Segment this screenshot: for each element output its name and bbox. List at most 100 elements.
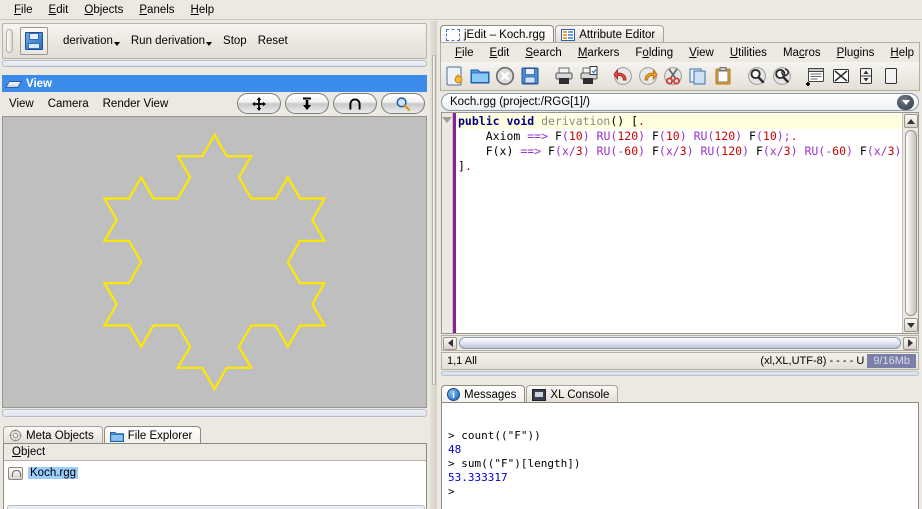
splitter-grip[interactable] — [432, 55, 436, 385]
tab-file-explorer[interactable]: File Explorer — [104, 426, 202, 444]
print-icon[interactable] — [552, 64, 576, 88]
reset-button[interactable]: Reset — [255, 33, 291, 49]
navigate-move-tool-button[interactable] — [237, 93, 281, 114]
menu-file[interactable]: File — [6, 2, 41, 18]
tab-messages[interactable]: i Messages — [441, 385, 525, 403]
caret-position: 1,1 All — [444, 355, 477, 367]
view-menu-render-view[interactable]: Render View — [96, 96, 176, 112]
undo-icon[interactable] — [611, 64, 635, 88]
view-panel-titlebar: View — [2, 75, 427, 92]
new-file-icon[interactable] — [443, 64, 467, 88]
jedit-menu-edit[interactable]: Edit — [482, 45, 518, 61]
move-cross-arrows-icon — [251, 96, 267, 112]
fold-gutter[interactable] — [442, 113, 453, 333]
menu-edit[interactable]: Edit — [41, 2, 77, 18]
list-item[interactable]: Koch.rgg — [8, 465, 426, 481]
editor-vertical-scrollbar[interactable] — [902, 113, 918, 333]
code-editor[interactable]: public void derivation() [. Axiom ==> F(… — [441, 112, 919, 334]
tab-meta-objects-label: Meta Objects — [26, 430, 94, 442]
object-list: Koch.rgg — [4, 461, 426, 481]
right-panel-tabbar: jEdit – Koch.rgg Attribute Editor — [440, 23, 920, 43]
toolbar-scrollbar[interactable] — [2, 60, 427, 67]
save-button[interactable] — [20, 27, 48, 55]
menu-objects[interactable]: Objects — [76, 2, 131, 18]
open-file-icon[interactable] — [468, 64, 492, 88]
jedit-menu-folding[interactable]: Folding — [627, 45, 681, 61]
code-line: ]. — [456, 159, 902, 174]
editor-horizontal-scrollbar[interactable] — [441, 335, 919, 351]
split-horizontal-icon[interactable] — [854, 64, 878, 88]
chevron-down-icon[interactable] — [897, 95, 914, 110]
menu-panels[interactable]: Panels — [131, 2, 182, 18]
jedit-menu-search[interactable]: Search — [517, 45, 569, 61]
buffer-selector-combo[interactable]: Koch.rgg (project:/RGG[1]/) — [441, 93, 919, 111]
find-icon[interactable] — [745, 64, 769, 88]
magnifier-icon — [395, 96, 411, 112]
view-menu-view[interactable]: View — [2, 96, 41, 112]
unsplit-icon[interactable] — [829, 64, 853, 88]
derivation-toolbar: derivation Run derivation Stop Reset — [2, 23, 427, 59]
tab-meta-objects[interactable]: Meta Objects — [3, 426, 103, 444]
scroll-right-button[interactable] — [903, 337, 917, 350]
right-column: jEdit – Koch.rgg Attribute Editor File E… — [437, 21, 922, 509]
jedit-menu-plugins[interactable]: Plugins — [829, 45, 883, 61]
code-text-area[interactable]: public void derivation() [. Axiom ==> F(… — [456, 113, 902, 333]
jedit-menu-help[interactable]: Help — [882, 45, 922, 61]
stop-button[interactable]: Stop — [220, 33, 250, 49]
3d-view-canvas[interactable] — [2, 116, 427, 408]
cut-icon[interactable] — [661, 64, 685, 88]
run-derivation-dropdown[interactable]: Run derivation — [128, 33, 215, 49]
jedit-menu-view[interactable]: View — [681, 45, 722, 61]
memory-status[interactable]: 9/16Mb — [867, 354, 916, 368]
menu-help[interactable]: Help — [183, 2, 223, 18]
info-icon: i — [447, 388, 460, 401]
page-setup-icon[interactable] — [577, 64, 601, 88]
list-item-label: Koch.rgg — [28, 467, 78, 479]
gear-icon — [9, 429, 22, 442]
copy-icon[interactable] — [686, 64, 710, 88]
view-panel-title: View — [26, 78, 52, 90]
view-menu-row: View Camera Render View — [2, 92, 427, 116]
rotate-arc-icon — [347, 96, 363, 112]
toolbar-overflow-icon[interactable] — [879, 64, 903, 88]
jedit-menu-macros[interactable]: Macros — [775, 45, 829, 61]
run-derivation-label: Run derivation — [131, 35, 205, 47]
menu-file-label: ile — [21, 4, 33, 16]
scroll-left-button[interactable] — [443, 337, 457, 350]
derivation-dropdown[interactable]: derivation — [60, 33, 123, 49]
console-line: 53.333317 — [448, 471, 918, 485]
scroll-thumb[interactable] — [905, 130, 917, 316]
tab-file-explorer-label: File Explorer — [128, 430, 193, 442]
jedit-menu-file[interactable]: File — [447, 45, 482, 61]
editor-status-divider — [441, 371, 919, 376]
save-file-icon[interactable] — [518, 64, 542, 88]
paste-icon[interactable] — [711, 64, 735, 88]
tab-jedit[interactable]: jEdit – Koch.rgg — [440, 25, 554, 43]
file-explorer-scrollbar[interactable] — [7, 505, 425, 509]
new-view-icon[interactable] — [804, 64, 828, 88]
canvas-horizontal-scrollbar[interactable] — [2, 409, 427, 417]
scroll-up-button[interactable] — [904, 114, 918, 128]
console-line: > sum(("F")[length]) — [448, 457, 918, 471]
view-menu-camera[interactable]: Camera — [41, 96, 96, 112]
scroll-down-button[interactable] — [904, 318, 918, 332]
rgg-file-icon — [8, 467, 23, 480]
buffer-selector-value: Koch.rgg (project:/RGG[1]/) — [450, 96, 897, 108]
find-next-icon[interactable] — [770, 64, 794, 88]
zoom-tool-button[interactable] — [381, 93, 425, 114]
object-column-header[interactable]: Object — [4, 444, 426, 461]
code-line: F(x) ==> F(x/3) RU(-60) F(x/3) RU(120) F… — [456, 144, 902, 159]
chevron-down-icon — [206, 42, 212, 46]
hscroll-thumb[interactable] — [459, 337, 901, 349]
fold-triangle-icon[interactable] — [442, 117, 452, 123]
tab-xl-console[interactable]: XL Console — [526, 385, 618, 403]
jedit-menu-utilities[interactable]: Utilities — [722, 45, 775, 61]
redo-icon[interactable] — [636, 64, 660, 88]
rotate-tool-button[interactable] — [333, 93, 377, 114]
object-drop-tool-button[interactable] — [285, 93, 329, 114]
console-output-panel[interactable]: > count(("F"))48> sum(("F")[length])53.3… — [441, 402, 919, 509]
toolbar-grip[interactable] — [6, 29, 13, 53]
jedit-menu-markers[interactable]: Markers — [570, 45, 628, 61]
close-file-icon[interactable] — [493, 64, 517, 88]
tab-attribute-editor[interactable]: Attribute Editor — [555, 25, 664, 43]
